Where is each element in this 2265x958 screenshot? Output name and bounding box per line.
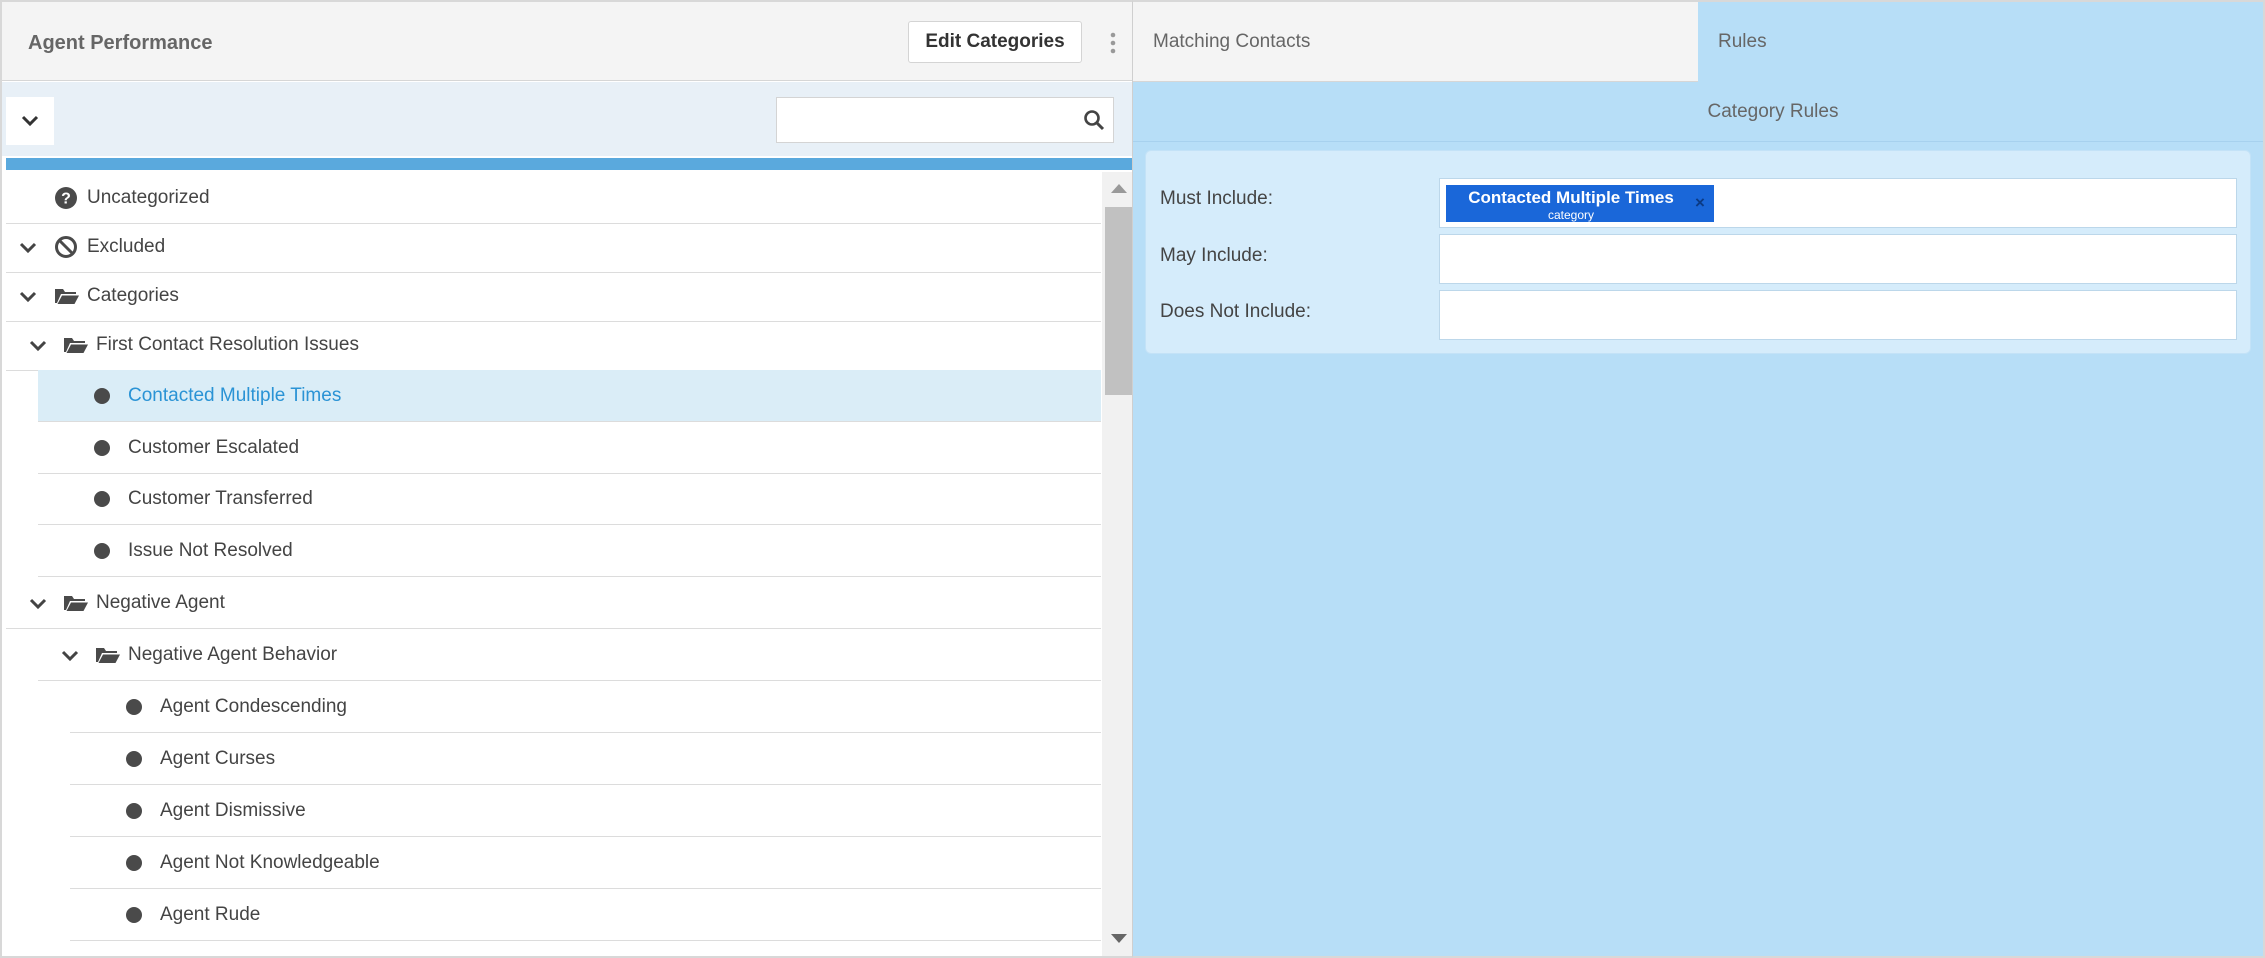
rules-form: Must Include: Contacted Multiple Times c… [1145, 150, 2251, 354]
tree-item[interactable]: Categories [6, 270, 1101, 322]
chevron-down-icon[interactable] [28, 337, 48, 352]
tree-item-label: Agent Dismissive [160, 800, 306, 821]
folder-open-icon [54, 286, 80, 312]
tree-item-label: Agent Not Knowledgeable [160, 852, 380, 873]
tree-item-label: Customer Transferred [128, 488, 313, 509]
dot-icon [125, 750, 143, 774]
search-input[interactable] [777, 98, 1067, 142]
dot-icon [125, 854, 143, 878]
dot-icon [93, 542, 111, 566]
page-title: Agent Performance [28, 32, 213, 54]
tree-item-label: Negative Agent [96, 592, 225, 613]
tree-item[interactable]: Negative Agent [6, 577, 1101, 629]
tree-item-label: Agent Curses [160, 748, 276, 769]
tree-item[interactable]: ? Uncategorized [6, 172, 1101, 224]
tree-item[interactable]: Agent Dismissive [70, 785, 1101, 837]
tree-item-label: Excluded [87, 236, 166, 257]
rules-panel: Matching Contacts Rules Category Rules M… [1133, 0, 2265, 958]
edit-categories-button[interactable]: Edit Categories [908, 21, 1082, 63]
chevron-down-icon[interactable] [60, 647, 80, 662]
collapse-all-button[interactable] [6, 97, 54, 145]
ban-icon [54, 235, 78, 265]
tree-item-label: Contacted Multiple Times [128, 385, 342, 406]
tree-item-label: Customer Escalated [128, 437, 300, 458]
chevron-down-icon [21, 115, 39, 127]
category-chip: Contacted Multiple Times category × [1446, 185, 1714, 222]
tree-item[interactable]: Agent Condescending [70, 681, 1101, 733]
tree-item-label: Negative Agent Behavior [128, 644, 338, 665]
dot-icon [125, 698, 143, 722]
category-rules-heading: Category Rules [1133, 82, 2263, 142]
scrollbar-thumb[interactable] [1105, 207, 1132, 395]
tree-item[interactable]: Agent Not Knowledgeable [70, 837, 1101, 889]
chevron-down-icon[interactable] [18, 239, 38, 254]
tree-item-label: Agent Rude [160, 904, 261, 925]
tree-item-label: First Contact Resolution Issues [96, 334, 359, 355]
chip-subtitle: category [1547, 208, 1595, 222]
chip-title: Contacted Multiple Times [1468, 188, 1674, 207]
folder-open-icon [63, 593, 89, 619]
tree-item-label: Agent Condescending [160, 696, 347, 717]
dot-icon [93, 387, 111, 411]
tab-matching-contacts[interactable]: Matching Contacts [1133, 2, 1698, 82]
chevron-down-icon[interactable] [28, 595, 48, 610]
chevron-down-icon[interactable] [18, 288, 38, 303]
more-options-icon[interactable] [1102, 30, 1124, 56]
must-include-label: Must Include: [1160, 188, 1273, 209]
panel-header: Agent Performance Edit Categories [2, 2, 1132, 81]
may-include-field[interactable] [1439, 234, 2237, 284]
tree-item[interactable]: Customer Escalated [38, 422, 1101, 474]
tree-item[interactable]: Contacted Multiple Times [38, 370, 1101, 422]
tree-item[interactable]: Agent Curses [70, 733, 1101, 785]
svg-text:?: ? [61, 191, 71, 208]
must-include-field[interactable]: Contacted Multiple Times category × [1439, 178, 2237, 228]
tree-accent-bar [6, 158, 1132, 170]
tree-item-label: Issue Not Resolved [128, 540, 293, 561]
tree-item[interactable]: Negative Agent Behavior [38, 629, 1101, 681]
tree-item[interactable]: First Contact Resolution Issues [6, 319, 1101, 371]
search-box [776, 97, 1114, 143]
category-tree: ? Uncategorized Excluded Categories First Co… [6, 170, 1101, 956]
question-circle-icon: ? [54, 186, 78, 216]
dot-icon [93, 490, 111, 514]
search-icon[interactable] [1083, 109, 1105, 131]
dot-icon [125, 802, 143, 826]
may-include-label: May Include: [1160, 245, 1268, 266]
tree-item-label: Categories [87, 285, 179, 306]
dot-icon [93, 439, 111, 463]
tab-rules[interactable]: Rules [1698, 2, 2263, 82]
scroll-up-arrow[interactable] [1111, 184, 1127, 193]
tree-item[interactable]: Customer Transferred [38, 473, 1101, 525]
tree-scrollbar[interactable] [1102, 172, 1132, 956]
tree-toolbar [2, 82, 1132, 156]
folder-open-icon [95, 645, 121, 671]
tree-item[interactable]: Issue Not Resolved [38, 525, 1101, 577]
category-tree-panel: Agent Performance Edit Categories ? Uncat… [0, 0, 1133, 958]
tree-item-label: Uncategorized [87, 187, 210, 208]
remove-chip-icon[interactable]: × [1692, 193, 1708, 213]
dot-icon [125, 906, 143, 930]
scroll-down-arrow[interactable] [1111, 934, 1127, 943]
tree-item[interactable]: Agent Rude [70, 889, 1101, 941]
folder-open-icon [63, 335, 89, 361]
does-not-include-field[interactable] [1439, 290, 2237, 340]
tree-item[interactable]: Excluded [6, 221, 1101, 273]
does-not-include-label: Does Not Include: [1160, 301, 1312, 322]
